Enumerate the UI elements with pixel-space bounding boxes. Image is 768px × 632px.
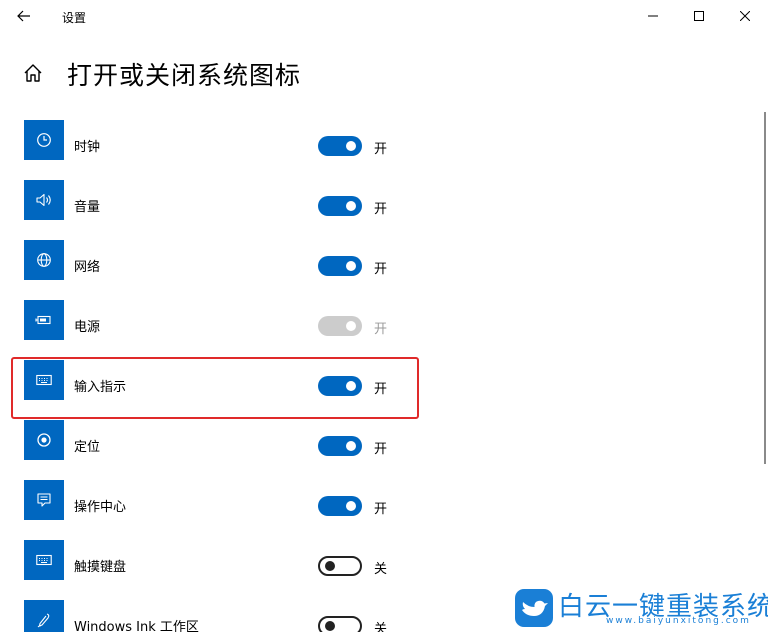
item-label: 时钟 <box>74 140 101 155</box>
toggle-state: 开 <box>374 322 388 337</box>
volume-toggle[interactable] <box>318 196 362 216</box>
maximize-icon <box>694 11 704 21</box>
list-item-clock: 时钟 开 <box>0 120 760 180</box>
item-label: 电源 <box>74 320 101 335</box>
home-icon[interactable] <box>22 62 44 84</box>
clock-icon <box>24 120 64 160</box>
list-item-location: 定位 开 <box>0 420 760 480</box>
touch-keyboard-toggle[interactable] <box>318 556 362 576</box>
watermark: 白云一键重装系统 www.baiyunxitong.com <box>512 586 768 630</box>
title-bar: 设置 <box>0 0 768 32</box>
toggle-state: 关 <box>374 622 388 632</box>
power-toggle <box>318 316 362 336</box>
volume-icon <box>24 180 64 220</box>
watermark-url: www.baiyunxitong.com <box>606 616 751 626</box>
toggle-state: 开 <box>374 442 388 457</box>
action-center-icon <box>24 480 64 520</box>
maximize-button[interactable] <box>676 0 722 32</box>
item-label: Windows Ink 工作区 <box>74 620 199 632</box>
item-label: 定位 <box>74 440 101 455</box>
keyboard-icon <box>24 540 64 580</box>
toggle-state: 开 <box>374 142 388 157</box>
pen-icon <box>24 600 64 632</box>
windows-ink-toggle[interactable] <box>318 616 362 632</box>
highlight-box <box>11 357 419 419</box>
close-button[interactable] <box>722 0 768 32</box>
minimize-icon <box>648 15 658 17</box>
item-label: 网络 <box>74 260 101 275</box>
bird-logo-icon <box>515 589 553 627</box>
network-toggle[interactable] <box>318 256 362 276</box>
item-label: 操作中心 <box>74 500 127 515</box>
toggle-state: 开 <box>374 262 388 277</box>
clock-toggle[interactable] <box>318 136 362 156</box>
list-item-volume: 音量 开 <box>0 180 760 240</box>
minimize-button[interactable] <box>630 0 676 32</box>
page-title: 打开或关闭系统图标 <box>67 61 302 90</box>
action-center-toggle[interactable] <box>318 496 362 516</box>
list-item-action-center: 操作中心 开 <box>0 480 760 540</box>
toggle-state: 关 <box>374 562 388 577</box>
back-button[interactable] <box>8 0 40 32</box>
globe-icon <box>24 240 64 280</box>
location-icon <box>24 420 64 460</box>
close-icon <box>740 11 750 21</box>
back-arrow-icon <box>17 10 30 22</box>
list-item-power: 电源 开 <box>0 300 760 360</box>
window-title: 设置 <box>62 11 87 25</box>
toggle-state: 开 <box>374 202 388 217</box>
battery-icon <box>24 300 64 340</box>
scrollbar[interactable] <box>764 112 766 464</box>
list-item-network: 网络 开 <box>0 240 760 300</box>
item-label: 触摸键盘 <box>74 560 127 575</box>
item-label: 音量 <box>74 200 101 215</box>
toggle-state: 开 <box>374 502 388 517</box>
location-toggle[interactable] <box>318 436 362 456</box>
